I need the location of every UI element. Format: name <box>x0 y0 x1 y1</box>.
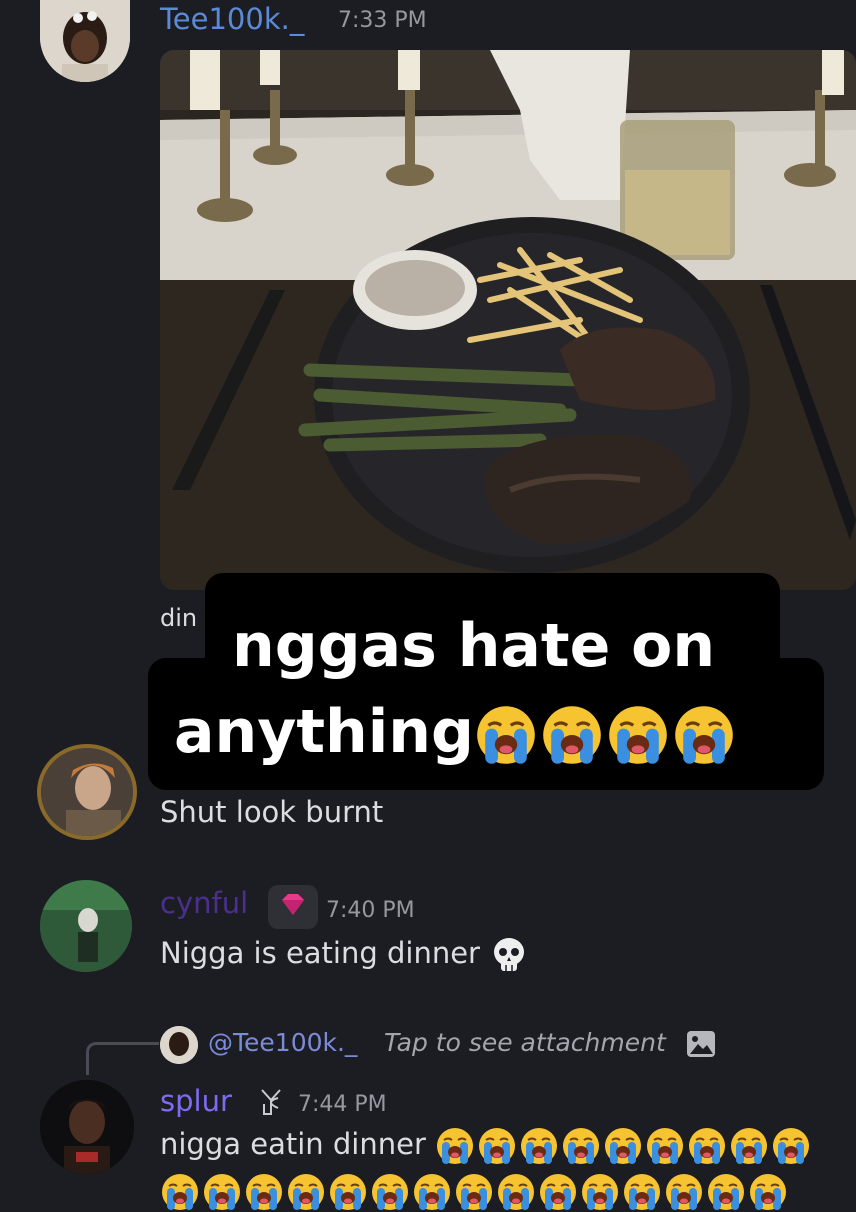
loudly-crying-icon <box>609 706 667 765</box>
loudly-crying-icon <box>456 1174 492 1210</box>
avatar-portrait-icon <box>40 1080 134 1174</box>
author-name[interactable]: Tee100k._ <box>160 2 304 36</box>
loudly-crying-icon <box>624 1174 660 1210</box>
loudly-crying-icon <box>288 1174 324 1210</box>
reply-mention[interactable]: @Tee100k._ <box>208 1028 357 1057</box>
avatar-user-2[interactable] <box>37 744 137 840</box>
gem-icon <box>282 894 304 915</box>
avatar-portrait-icon <box>40 0 130 82</box>
ysl-logo <box>256 1086 286 1118</box>
message-text: nigga eatin dinner <box>160 1126 813 1166</box>
caption-line2: anything <box>174 696 738 768</box>
dinner-photo-attachment[interactable] <box>160 50 856 590</box>
loudly-crying-icon <box>773 1128 810 1164</box>
loudly-crying-icon <box>372 1174 408 1210</box>
dinner-photo-image <box>160 50 856 590</box>
reply-preview-text[interactable]: Tap to see attachment <box>384 1028 666 1057</box>
loudly-crying-icon <box>708 1174 744 1210</box>
message-timestamp: 7:44 PM <box>298 1092 387 1117</box>
author-name[interactable]: splur <box>160 1084 232 1118</box>
loudly-crying-icon <box>675 706 733 765</box>
loudly-crying-icon <box>330 1174 366 1210</box>
avatar-portrait-icon <box>41 748 133 836</box>
loudly-crying-icon <box>605 1128 642 1164</box>
message-timestamp: 7:40 PM <box>326 898 415 923</box>
avatar-portrait-icon <box>160 1026 198 1064</box>
reply-connector-line <box>86 1042 159 1075</box>
loudly-crying-icon <box>521 1128 558 1164</box>
avatar-splur[interactable] <box>40 1080 134 1174</box>
loudly-crying-icon <box>162 1174 198 1210</box>
message-text: Shut look burnt <box>160 795 384 829</box>
avatar-tee100k[interactable] <box>40 0 130 82</box>
loudly-crying-icon <box>246 1174 282 1210</box>
loudly-crying-icon <box>414 1174 450 1210</box>
loudly-crying-icon <box>498 1174 534 1210</box>
message-text-body: Nigga is eating dinner <box>160 936 480 970</box>
author-name[interactable]: cynful <box>160 886 248 920</box>
avatar-cynful[interactable] <box>40 880 132 972</box>
caption-line1: nggas hate on <box>232 611 716 681</box>
message-timestamp: 7:33 PM <box>338 8 427 33</box>
gem-badge <box>268 885 318 929</box>
emoji-row-2 <box>160 1172 790 1212</box>
loudly-crying-icon <box>540 1174 576 1210</box>
avatar-portrait-icon <box>40 880 132 972</box>
loudly-crying-icon <box>479 1128 516 1164</box>
skull-icon <box>494 938 525 971</box>
loudly-crying-icon <box>582 1174 618 1210</box>
message-text: Nigga is eating dinner <box>160 935 529 975</box>
loudly-crying-icon <box>731 1128 768 1164</box>
loudly-crying-icon <box>666 1174 702 1210</box>
loudly-crying-icon <box>477 706 535 765</box>
caption-line2-text: anything <box>174 697 474 767</box>
loudly-crying-icon <box>750 1174 786 1210</box>
caption-emoji-group <box>474 697 738 767</box>
loudly-crying-icon <box>204 1174 240 1210</box>
reply-avatar <box>160 1026 198 1064</box>
message-text-body: nigga eatin dinner <box>160 1127 426 1161</box>
image-icon <box>686 1030 716 1058</box>
loudly-crying-icon <box>543 706 601 765</box>
emoji-row-1 <box>435 1127 813 1164</box>
loudly-crying-icon <box>647 1128 684 1164</box>
message-text-partial: din <box>160 604 198 632</box>
loudly-crying-icon <box>563 1128 600 1164</box>
loudly-crying-icon <box>689 1128 726 1164</box>
loudly-crying-icon <box>437 1128 474 1164</box>
